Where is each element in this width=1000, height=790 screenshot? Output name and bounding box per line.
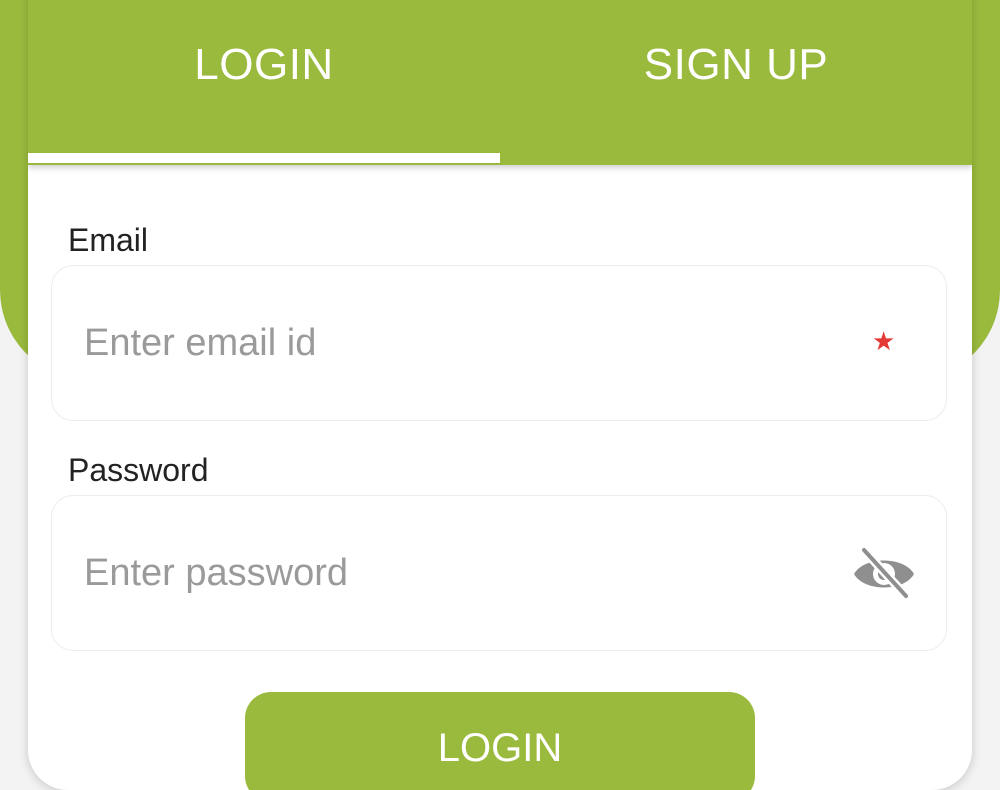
password-field-container (51, 495, 947, 651)
email-label: Email (68, 222, 149, 258)
auth-card: LOGIN SIGN UP Email ★ Password LOGIN (28, 0, 972, 790)
login-button[interactable]: LOGIN (245, 692, 755, 790)
email-input[interactable] (84, 266, 844, 420)
auth-tabbar: LOGIN SIGN UP (28, 0, 972, 165)
tab-signup[interactable]: SIGN UP (500, 0, 972, 160)
tab-signup-label: SIGN UP (643, 40, 829, 89)
login-button-label: LOGIN (437, 726, 563, 770)
password-input[interactable] (84, 496, 844, 650)
active-tab-indicator (28, 153, 500, 163)
eye-off-icon[interactable] (852, 546, 916, 602)
password-label: Password (68, 452, 209, 488)
email-field-container: ★ (51, 265, 947, 421)
required-star-icon: ★ (872, 326, 896, 356)
tab-login-label: LOGIN (194, 40, 334, 89)
tab-login[interactable]: LOGIN (28, 0, 500, 160)
